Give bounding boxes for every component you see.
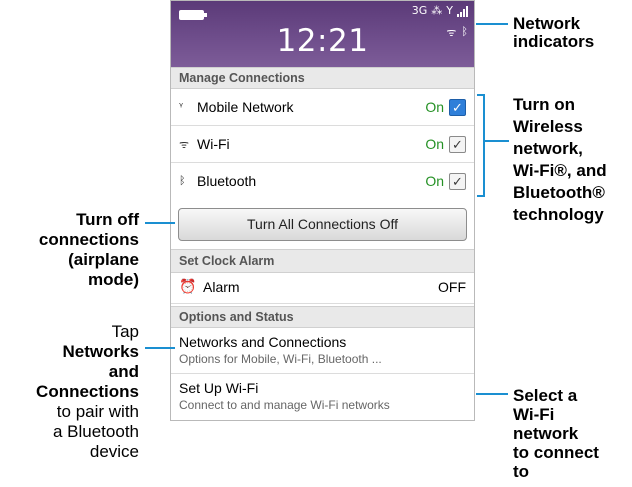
wifi-row[interactable]: ᯤ Wi-Fi On ✓ — [171, 126, 474, 163]
note-line: technology — [513, 205, 604, 224]
turn-off-callout-line — [145, 222, 175, 224]
set-up-wifi-item[interactable]: Set Up Wi-Fi Connect to and manage Wi-Fi… — [171, 374, 474, 420]
alarm-label: Alarm — [203, 279, 240, 295]
note-line: indicators — [513, 32, 595, 51]
manage-connections-header: Manage Connections — [171, 67, 474, 89]
turn-on-bracket-top — [477, 94, 485, 96]
wifi-icon: ᯤ — [179, 138, 190, 151]
turn-all-connections-off-button[interactable]: Turn All Connections Off — [178, 208, 467, 241]
note-line: and — [108, 362, 139, 381]
note-line: network, — [513, 139, 583, 158]
note-line: a Bluetooth — [52, 422, 139, 441]
bluetooth-icon: ᛒ — [179, 174, 186, 187]
network-indicators-callout-line — [476, 23, 508, 25]
battery-icon — [179, 10, 207, 20]
note-line: device — [89, 442, 139, 461]
turn-on-note: Turn on Wireless network, Wi-Fi®, and Bl… — [513, 94, 607, 226]
row-state: On — [425, 173, 444, 189]
status-bar: 3G ⁂ Y ᯤ ᛒ 12:21 — [171, 1, 474, 67]
note-line: mode) — [88, 270, 139, 289]
wifi-checkbox[interactable]: ✓ — [449, 136, 466, 153]
note-line: Tap — [111, 322, 139, 341]
alarm-row[interactable]: ⏰ Alarm OFF — [171, 273, 474, 304]
row-label: Wi-Fi — [197, 136, 230, 152]
turn-on-callout-line — [484, 140, 509, 142]
signal-bars-icon — [457, 6, 468, 17]
network-indicators: 3G ⁂ Y — [412, 4, 468, 17]
turn-on-bracket-bottom — [477, 195, 485, 197]
note-line: to connect — [513, 443, 599, 462]
note-line: to — [513, 462, 530, 481]
alarm-state: OFF — [438, 279, 466, 295]
network-type-label: 3G — [411, 4, 428, 17]
alarm-clock-icon: ⏰ — [179, 279, 197, 295]
note-line: Wireless — [513, 117, 583, 136]
note-line: Connections — [36, 382, 139, 401]
bluetooth-checkbox[interactable]: ✓ — [449, 173, 466, 190]
mobile-network-icon: ᵞ — [179, 100, 184, 113]
note-line: (airplane — [68, 250, 139, 269]
item-subtitle: Options for Mobile, Wi-Fi, Bluetooth ... — [179, 352, 382, 366]
options-and-status-header: Options and Status — [171, 306, 474, 328]
networks-and-connections-item[interactable]: Networks and Connections Options for Mob… — [171, 328, 474, 374]
mobile-network-row[interactable]: ᵞ Mobile Network On ✓ — [171, 89, 474, 126]
network-indicators-note: Network indicators — [513, 15, 594, 51]
select-wifi-callout-line — [476, 393, 508, 395]
note-line: Turn on — [513, 95, 575, 114]
item-subtitle: Connect to and manage Wi-Fi networks — [179, 398, 390, 412]
note-line: connections — [38, 230, 139, 249]
row-state: On — [425, 136, 444, 152]
note-line: Network — [513, 14, 581, 33]
tap-networks-note: Tap Networks and Connections to pair wit… — [36, 322, 139, 462]
note-line: network — [513, 424, 579, 443]
row-state: On — [425, 99, 444, 115]
turn-on-bracket-line — [483, 94, 485, 197]
row-label: Mobile Network — [197, 99, 294, 115]
note-line: Networks — [62, 342, 139, 361]
phone-screen: 3G ⁂ Y ᯤ ᛒ 12:21 Manage Connections ᵞ Mo… — [170, 0, 475, 421]
select-wifi-note: Select a Wi-Fi network to connect to — [513, 386, 599, 481]
mobile-network-checkbox[interactable]: ✓ — [449, 99, 466, 116]
note-line: Turn off — [76, 210, 139, 229]
note-line: to pair with — [56, 402, 139, 421]
item-title: Set Up Wi-Fi — [179, 380, 259, 396]
turn-off-note: Turn off connections (airplane mode) — [39, 210, 139, 290]
antenna-icon: Y — [446, 4, 453, 17]
set-clock-alarm-header: Set Clock Alarm — [171, 249, 474, 273]
note-line: Bluetooth® — [513, 183, 605, 202]
tap-callout-line — [145, 347, 175, 349]
row-label: Bluetooth — [197, 173, 257, 189]
blackberry-data-icon: ⁂ — [431, 4, 443, 17]
note-line: Wi-Fi — [513, 405, 555, 424]
note-line: Select a — [513, 386, 578, 405]
bluetooth-row[interactable]: ᛒ Bluetooth On ✓ — [171, 163, 474, 200]
item-title: Networks and Connections — [179, 334, 347, 350]
clock-time: 12:21 — [276, 23, 369, 59]
note-line: Wi-Fi®, and — [513, 161, 607, 180]
